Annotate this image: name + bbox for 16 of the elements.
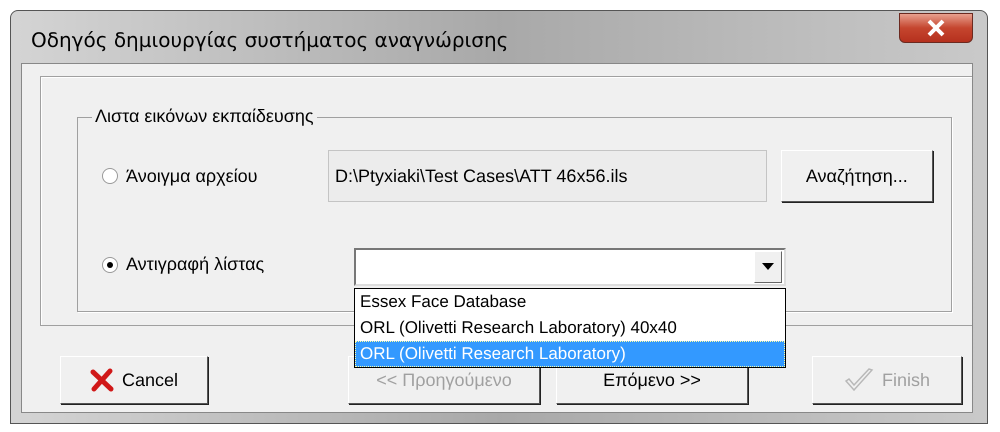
file-path-field[interactable]: D:\Ptyxiaki\Test Cases\ATT 46x56.ils [328,150,767,202]
dropdown-arrow-icon [762,263,774,271]
window-title: Οδηγός δημιουργίας συστήματος αναγνώρισης [30,27,508,52]
browse-button[interactable]: Αναζήτηση... [780,150,933,202]
close-button[interactable] [899,13,973,43]
radio-button[interactable] [102,256,118,272]
cross-icon [90,368,114,392]
dropdown-item[interactable]: ORL (Olivetti Research Laboratory) 40x40 [355,315,785,341]
dropdown-item[interactable]: Essex Face Database [355,289,785,315]
cancel-button[interactable]: Cancel [60,356,208,404]
group-legend: Λιστα εικόνων εκπαίδευσης [92,106,317,127]
close-icon [926,19,946,37]
radio-label: Άνοιγμα αρχείου [126,166,258,186]
radio-button[interactable] [102,168,118,184]
radio-label: Αντιγραφή λίστας [126,254,264,275]
check-icon [844,367,874,393]
